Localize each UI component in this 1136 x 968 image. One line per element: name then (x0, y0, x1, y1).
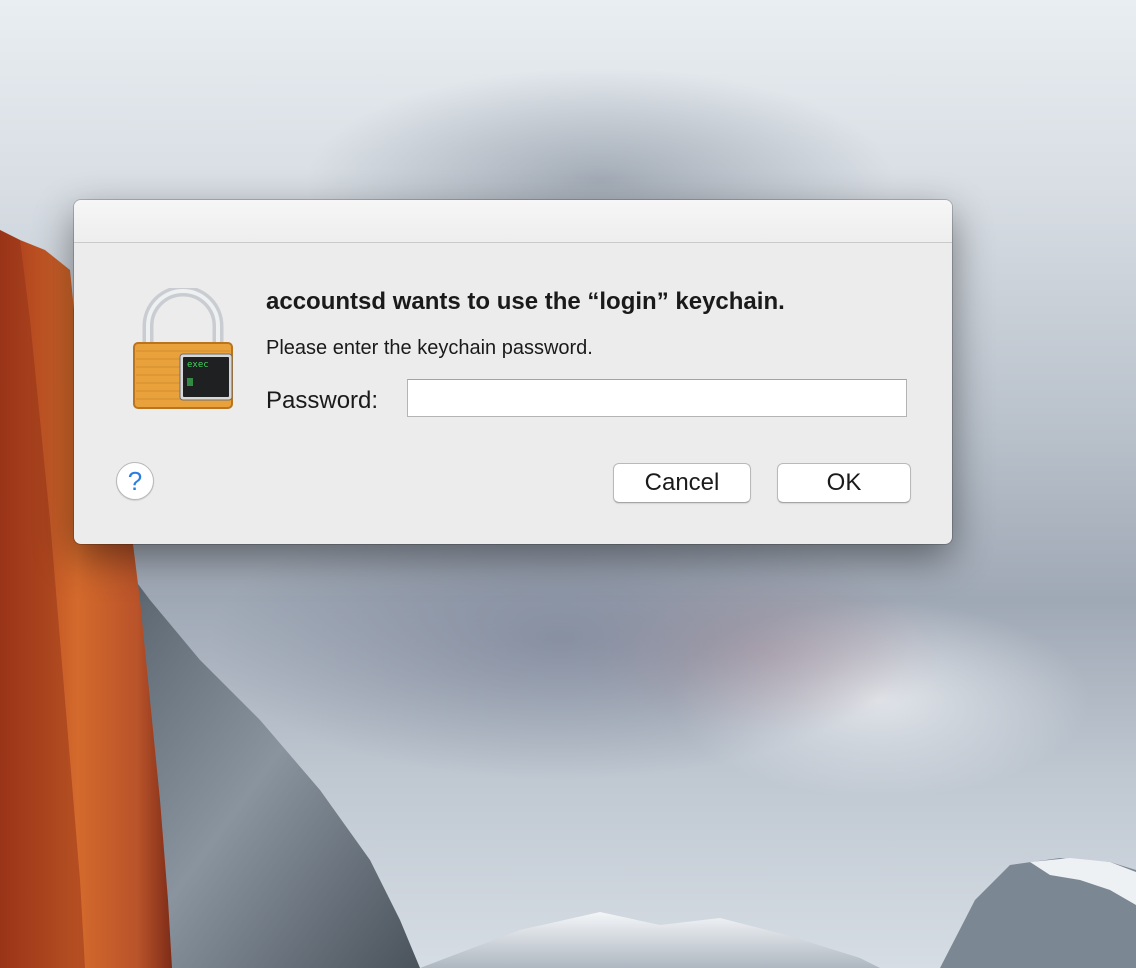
cancel-button[interactable]: Cancel (613, 463, 751, 503)
password-label: Password: (266, 387, 379, 414)
password-input[interactable] (407, 379, 907, 417)
help-icon: ? (127, 465, 143, 496)
dialog-message: Please enter the keychain password. (266, 337, 593, 359)
help-button[interactable]: ? (116, 462, 154, 500)
terminal-badge-text: exec (187, 360, 209, 370)
keychain-dialog: exec accountsd wants to use the “login” … (74, 200, 952, 544)
ok-button[interactable]: OK (777, 463, 911, 503)
dialog-titlebar (74, 200, 952, 243)
desktop-background: exec accountsd wants to use the “login” … (0, 0, 1136, 968)
dialog-headline: accountsd wants to use the “login” keych… (266, 288, 785, 315)
keychain-lock-icon: exec (133, 288, 233, 409)
